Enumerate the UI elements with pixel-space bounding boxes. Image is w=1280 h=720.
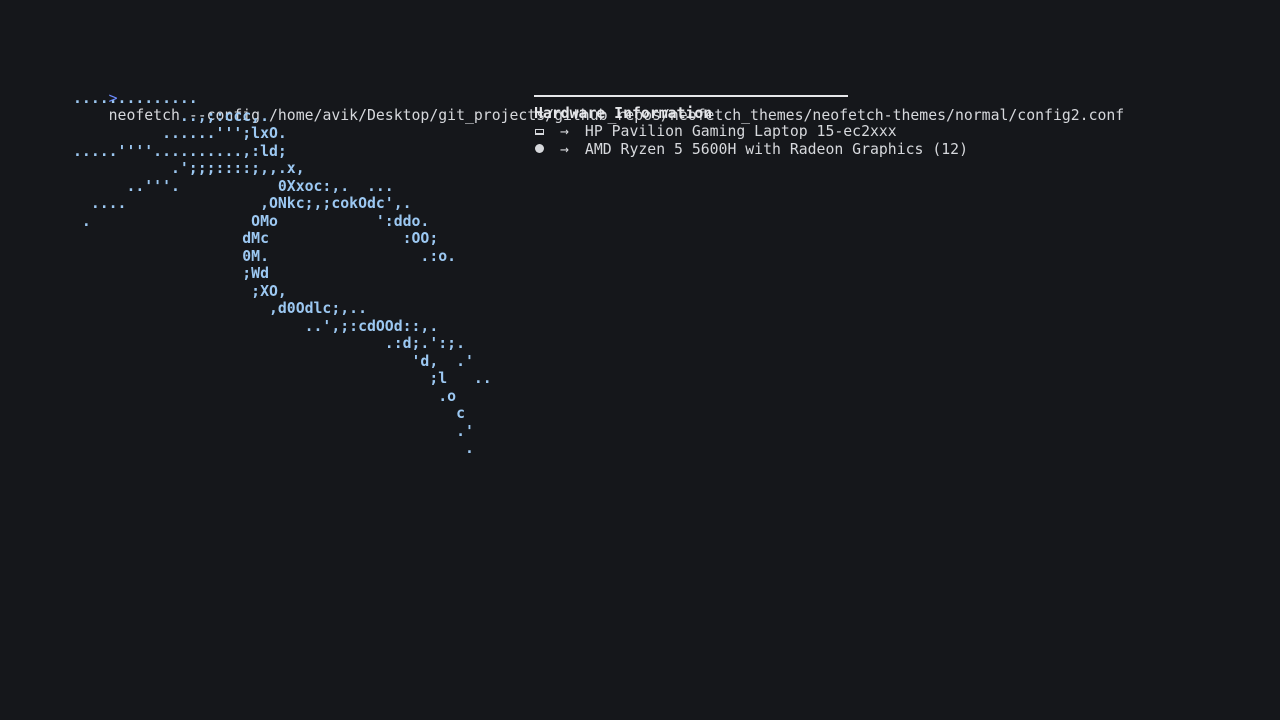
host-info-row: → HP Pavilion Gaming Laptop 15-ec2xxx — [534, 123, 968, 141]
laptop-icon — [534, 123, 544, 141]
info-divider — [534, 95, 848, 97]
arrow-icon: → — [560, 141, 569, 158]
cpu-value: AMD Ryzen 5 5600H with Radeon Graphics (… — [584, 141, 968, 158]
cpu-icon — [534, 141, 544, 159]
host-value: HP Pavilion Gaming Laptop 15-ec2xxx — [584, 123, 897, 140]
terminal-window[interactable]: > neofetch --config /home/avik/Desktop/g… — [0, 0, 1280, 720]
cpu-info-row: → AMD Ryzen 5 5600H with Radeon Graphics… — [534, 141, 968, 159]
arrow-icon: → — [560, 123, 569, 140]
distro-ascii-logo: .............. ..,;:ccc,. ......''';lxO.… — [73, 90, 492, 457]
info-title: Hardware Information — [534, 105, 713, 122]
system-info-panel: Hardware Information → HP Pavilion Gamin… — [534, 95, 968, 159]
